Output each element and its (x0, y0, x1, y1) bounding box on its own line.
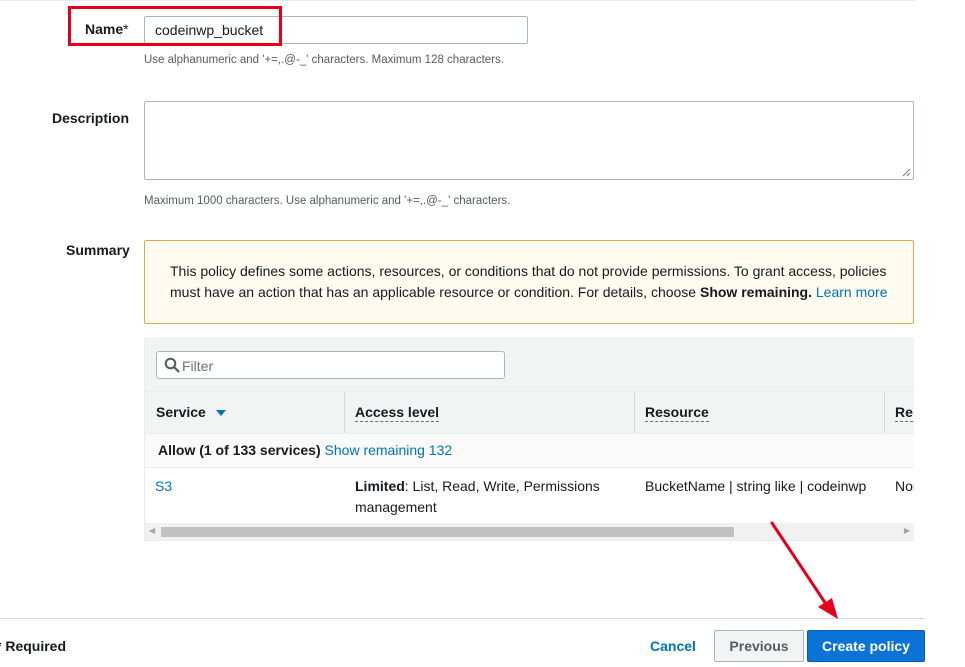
allow-group-label: Allow (1 of 133 services) (158, 442, 321, 458)
resource-cell: BucketName | string like | codeinwp (645, 478, 867, 494)
show-remaining-link[interactable]: Show remaining 132 (325, 442, 453, 458)
allow-group-row: Allow (1 of 133 services) Show remaining… (145, 434, 914, 468)
table-toolbar: Filter (145, 339, 914, 391)
column-header-access-level[interactable]: Access level (355, 392, 440, 433)
filter-input[interactable]: Filter (156, 351, 505, 379)
annotation-highlight-box (68, 6, 282, 46)
filter-placeholder: Filter (182, 358, 214, 374)
description-textarea[interactable] (144, 101, 914, 180)
column-divider (634, 392, 635, 433)
sort-down-icon (215, 410, 226, 417)
column-header-request-condition[interactable]: Re (895, 392, 913, 433)
scrollbar-thumb[interactable] (161, 527, 734, 537)
service-link-s3[interactable]: S3 (155, 478, 172, 494)
scroll-right-icon[interactable]: ▶ (904, 526, 910, 535)
table-header: Service Access level Resource Re (145, 391, 914, 434)
access-level-cell: Limited: List, Read, Write, Permissions … (355, 478, 600, 515)
required-note: * Required (0, 638, 67, 654)
column-divider (884, 392, 885, 433)
top-divider (0, 0, 916, 1)
description-hint: Maximum 1000 characters. Use alphanumeri… (144, 195, 511, 207)
create-policy-button[interactable]: Create policy (807, 630, 925, 662)
resize-handle-icon[interactable] (902, 168, 911, 177)
scroll-left-icon[interactable]: ◀ (149, 526, 155, 535)
summary-warning: This policy defines some actions, resour… (144, 240, 914, 324)
column-header-resource[interactable]: Resource (645, 392, 709, 433)
column-header-service[interactable]: Service (156, 392, 226, 433)
learn-more-link[interactable]: Learn more (816, 284, 888, 300)
previous-button[interactable]: Previous (714, 630, 804, 662)
annotation-arrow-icon (770, 521, 838, 619)
column-divider (344, 392, 345, 433)
description-label: Description (52, 110, 130, 126)
name-hint: Use alphanumeric and '+=,.@-_' character… (144, 54, 504, 66)
warning-bold-text: Show remaining. (699, 284, 812, 300)
summary-label: Summary (66, 242, 130, 258)
services-table: Filter Service Access level Resource Re … (144, 338, 914, 541)
cancel-button[interactable]: Cancel (642, 630, 704, 662)
search-icon (164, 357, 180, 373)
request-condition-cell: Nor (895, 478, 914, 494)
table-row: S3 Limited: List, Read, Write, Permissio… (145, 468, 914, 520)
